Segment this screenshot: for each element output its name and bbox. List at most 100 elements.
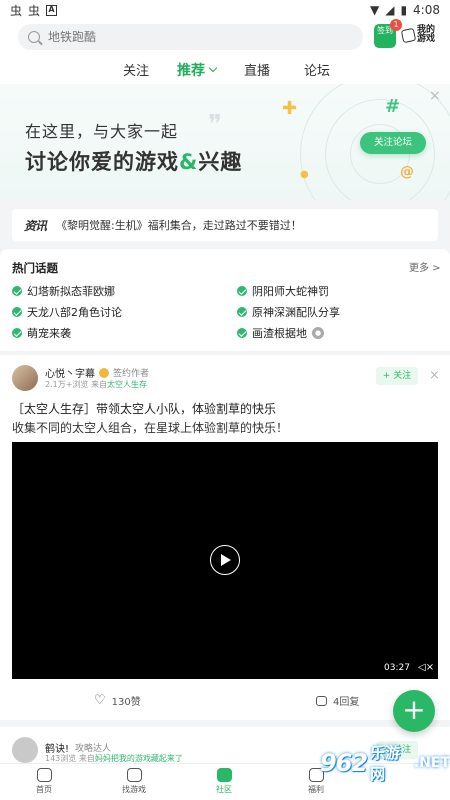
nav-find-games[interactable]: 找游戏	[104, 768, 164, 795]
source-link[interactable]: 妈妈把我的游戏藏起来了	[95, 754, 183, 763]
my-games-button[interactable]: 我的游戏	[400, 25, 439, 44]
at-icon: @	[400, 164, 414, 180]
topic-label: 萌宠来袭	[27, 327, 71, 340]
banner-text: 兴趣	[198, 150, 243, 174]
signal-icon: ◢	[385, 3, 395, 17]
home-icon	[36, 768, 52, 782]
watermark-text: 乐游网	[370, 744, 401, 783]
nav-label: 首页	[36, 785, 52, 794]
topic-icon	[12, 307, 22, 317]
clock: 4:08	[413, 3, 440, 17]
topic-item[interactable]: 原神深渊配队分享	[237, 304, 340, 320]
like-count: 130赞	[111, 697, 141, 708]
checkin-button[interactable]: 签到 1	[374, 19, 402, 48]
search-input[interactable]	[48, 30, 328, 44]
nav-label: 找游戏	[122, 785, 146, 794]
source-prefix: 来自	[78, 754, 95, 763]
banner-headline: 在这里，与大家一起	[25, 122, 179, 141]
gamepad-icon: ✚	[282, 98, 298, 119]
nav-label: 福利	[308, 785, 324, 794]
post-title[interactable]: ［太空人生存］带领太空人小队，体验割草的快乐	[12, 400, 276, 417]
source-link[interactable]: 太空人生存	[107, 380, 147, 389]
topic-item[interactable]: 幻塔新拟态菲欧娜	[12, 283, 115, 299]
watermark-domain: .NET	[413, 755, 450, 771]
mute-icon[interactable]: ◁×	[418, 662, 434, 673]
view-count: 2.1万+浏览	[45, 380, 89, 389]
tab-recommend[interactable]: 推荐	[177, 60, 218, 80]
topic-label: 天龙八部2角色讨论	[27, 306, 122, 319]
battery-icon: ▮	[400, 3, 408, 17]
watermark-number: 962	[320, 749, 368, 777]
tab-follow[interactable]: 关注	[123, 60, 149, 79]
author-name[interactable]: 心悦丶字幕	[45, 365, 95, 380]
my-games-label: 我的游戏	[417, 25, 436, 44]
topic-item[interactable]: 天龙八部2角色讨论	[12, 304, 122, 320]
more-link[interactable]: 更多 >	[409, 259, 441, 274]
topic-label: 幻塔新拟态菲欧娜	[27, 285, 115, 298]
topic-label: 阴阳师大蛇神罚	[252, 285, 329, 298]
play-icon[interactable]	[210, 545, 240, 575]
promo-banner[interactable]: ✚ # @ ● ❞ 在这里，与大家一起 讨论你爱的游戏&兴趣 关注论坛 ×	[0, 84, 450, 200]
post-meta: 2.1万+浏览 来自太空人生存	[45, 379, 147, 390]
topic-label: 原神深渊配队分享	[252, 306, 340, 319]
topic-item[interactable]: 萌宠来袭	[12, 325, 71, 341]
news-ticker[interactable]: 资讯 《黎明觉醒:生机》福利集合，走过路过不要错过！	[12, 209, 438, 241]
tab-label: 推荐	[177, 63, 205, 79]
feed-post[interactable]: 心悦丶字幕 签约作者 2.1万+浏览 来自太空人生存 + 关注 × ［太空人生存…	[0, 355, 450, 720]
feed-tabs: 关注 推荐 直播 论坛	[0, 60, 450, 89]
banner-text: 讨论你爱的游戏	[25, 150, 179, 174]
topic-icon	[237, 328, 247, 338]
post-actions: ♡ 130赞 4回复	[0, 693, 450, 711]
follow-forum-button[interactable]: 关注论坛	[360, 132, 426, 154]
watermark-logo: 962 乐游网 .NET	[320, 742, 450, 784]
news-tag: 资讯	[24, 218, 47, 233]
post-author: 心悦丶字幕 签约作者	[45, 365, 149, 380]
dot-icon: ●	[300, 169, 309, 180]
heart-icon: ♡	[94, 693, 106, 708]
topic-label: 画渣根据地	[252, 327, 307, 340]
nav-community[interactable]: 社区	[194, 768, 254, 795]
nav-label: 社区	[216, 785, 232, 794]
topic-icon	[237, 286, 247, 296]
video-duration: 03:27	[384, 663, 410, 673]
avatar[interactable]	[12, 737, 38, 763]
like-button[interactable]: ♡ 130赞	[94, 693, 141, 708]
tab-live[interactable]: 直播	[244, 60, 270, 79]
tab-forum[interactable]: 论坛	[304, 60, 330, 79]
reply-count: 4回复	[333, 697, 360, 708]
gamepad-icon	[400, 27, 417, 43]
hot-topics-section: 热门话题 更多 > 幻塔新拟态菲欧娜 阴阳师大蛇神罚 天龙八部2角色讨论 原神深…	[0, 249, 450, 351]
search-bar[interactable]	[18, 24, 363, 50]
topic-icon	[12, 328, 22, 338]
close-icon[interactable]: ×	[429, 368, 440, 383]
news-text: 《黎明觉醒:生机》福利集合，走过路过不要错过！	[56, 219, 302, 232]
notification-icon: 虫	[10, 3, 23, 18]
author-role: 签约作者	[113, 369, 150, 379]
banner-subheadline: 讨论你爱的游戏&兴趣	[25, 146, 242, 176]
nav-home[interactable]: 首页	[14, 768, 74, 795]
reply-button[interactable]: 4回复	[316, 693, 359, 708]
source-prefix: 来自	[90, 380, 107, 389]
hot-badge-icon: ●	[312, 327, 324, 339]
wifi-icon: ▼	[369, 3, 380, 17]
post-description: 收集不同的太空人组合，在星球上体验割草的快乐！	[12, 421, 289, 435]
new-post-button[interactable]: +	[393, 690, 435, 732]
video-player[interactable]: 03:27 ◁×	[12, 442, 438, 679]
follow-button[interactable]: + 关注	[376, 367, 418, 385]
chevron-down-icon	[208, 63, 218, 73]
topic-icon	[12, 286, 22, 296]
checkin-badge: 1	[390, 19, 402, 31]
topic-item[interactable]: 画渣根据地 ●	[237, 325, 324, 341]
comment-icon	[316, 695, 327, 706]
avatar[interactable]	[12, 365, 38, 391]
medal-icon	[99, 367, 109, 378]
post-meta: 143浏览 来自妈妈把我的游戏藏起来了	[45, 753, 183, 763]
search-icon	[28, 31, 40, 43]
topic-item[interactable]: 阴阳师大蛇神罚	[237, 283, 329, 299]
close-icon[interactable]: ×	[429, 88, 441, 104]
topic-icon	[237, 307, 247, 317]
notification-icon: A	[46, 4, 58, 16]
status-bar: 虫 虫 A ▼ ◢ ▮ 4:08	[0, 0, 450, 20]
gamepad-icon	[126, 768, 142, 782]
notification-icon: 虫	[28, 3, 41, 18]
